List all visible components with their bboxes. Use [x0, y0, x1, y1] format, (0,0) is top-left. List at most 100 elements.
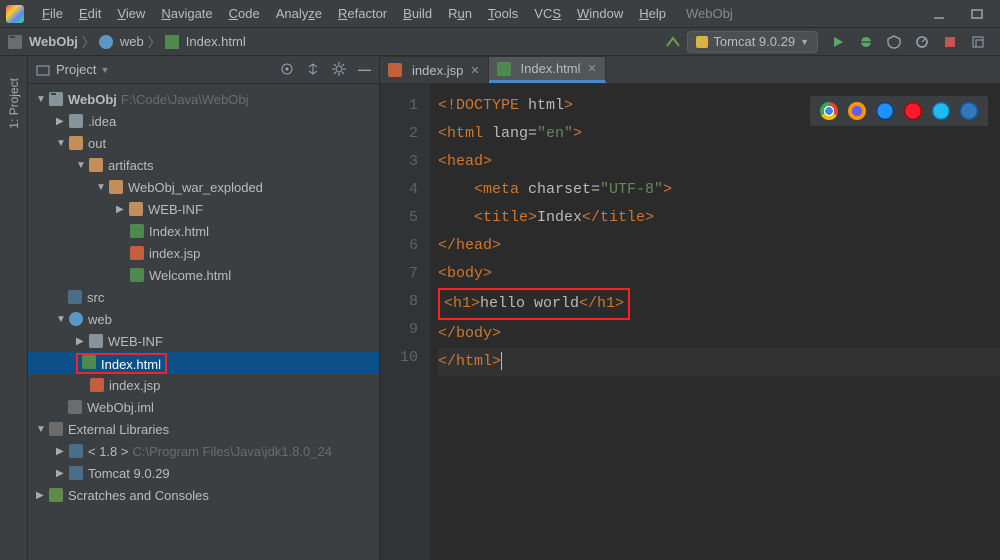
- chrome-icon[interactable]: [820, 102, 838, 120]
- menu-run[interactable]: Run: [440, 6, 480, 21]
- debug-button[interactable]: [856, 32, 876, 52]
- tree-idea[interactable]: ▶.idea: [28, 110, 379, 132]
- profiler-button[interactable]: [912, 32, 932, 52]
- tree-webinf1[interactable]: ▶WEB-INF: [28, 198, 379, 220]
- app-logo-icon: [6, 5, 24, 23]
- breadcrumb: WebObj 〉 web 〉 Index.html: [8, 32, 246, 51]
- expand-all-icon[interactable]: [306, 62, 320, 77]
- folder-icon: [69, 136, 83, 150]
- tree-root[interactable]: ▼WebObjF:\Code\Java\WebObj: [28, 88, 379, 110]
- run-config-selector[interactable]: Tomcat 9.0.29 ▼: [687, 31, 818, 53]
- chevron-down-icon: ▼: [800, 37, 809, 47]
- safari-icon[interactable]: [876, 102, 894, 120]
- run-button[interactable]: [828, 32, 848, 52]
- iml-file-icon: [68, 400, 82, 414]
- gutter: 12345678910: [380, 84, 430, 560]
- tree-artifacts[interactable]: ▼artifacts: [28, 154, 379, 176]
- tab-index-jsp[interactable]: index.jsp ✕: [380, 56, 489, 83]
- tree-out[interactable]: ▼out: [28, 132, 379, 154]
- tree-src[interactable]: src: [28, 286, 379, 308]
- tree-index-html1[interactable]: Index.html: [28, 220, 379, 242]
- menu-navigate[interactable]: Navigate: [153, 6, 220, 21]
- edge-icon[interactable]: [960, 102, 978, 120]
- jsp-file-icon: [90, 378, 104, 392]
- menu-tools[interactable]: Tools: [480, 6, 526, 21]
- close-icon[interactable]: ✕: [470, 64, 479, 77]
- tree-index-jsp1[interactable]: index.jsp: [28, 242, 379, 264]
- close-icon[interactable]: ✕: [588, 62, 597, 75]
- breadcrumb-file[interactable]: Index.html: [186, 34, 246, 49]
- menu-window[interactable]: Window: [569, 6, 631, 21]
- code-editor[interactable]: 12345678910 <!DOCTYPE html> ​<html lang=…: [380, 84, 1000, 560]
- tree-ext-lib[interactable]: ▼External Libraries: [28, 418, 379, 440]
- jsp-file-icon: [130, 246, 144, 260]
- breadcrumb-project[interactable]: WebObj: [29, 34, 78, 49]
- stop-button[interactable]: [940, 32, 960, 52]
- folder-icon: [109, 180, 123, 194]
- coverage-button[interactable]: [884, 32, 904, 52]
- tree-welcome[interactable]: Welcome.html: [28, 264, 379, 286]
- menu-help[interactable]: Help: [631, 6, 674, 21]
- library-icon: [49, 422, 63, 436]
- menu-refactor[interactable]: Refactor: [330, 6, 395, 21]
- tree-war-exploded[interactable]: ▼WebObj_war_exploded: [28, 176, 379, 198]
- project-icon: [49, 92, 63, 106]
- tree-jdk[interactable]: ▶< 1.8 >C:\Program Files\Java\jdk1.8.0_2…: [28, 440, 379, 462]
- tree-scratches[interactable]: ▶Scratches and Consoles: [28, 484, 379, 506]
- jsp-file-icon: [388, 63, 402, 77]
- menu-bar: File Edit View Navigate Code Analyze Ref…: [0, 0, 1000, 28]
- tree-web[interactable]: ▼web: [28, 308, 379, 330]
- tab-index-html[interactable]: Index.html ✕: [489, 56, 606, 83]
- html-file-icon: [497, 62, 511, 76]
- web-folder-icon: [99, 35, 113, 49]
- folder-icon: [68, 290, 82, 304]
- hide-icon[interactable]: —: [358, 62, 371, 77]
- editor-area: index.jsp ✕ Index.html ✕ 12345678910 <!D…: [380, 56, 1000, 560]
- code-content[interactable]: <!DOCTYPE html> ​<html lang="en"> ​<head…: [430, 84, 1000, 560]
- ie-icon[interactable]: [932, 102, 950, 120]
- editor-tabs: index.jsp ✕ Index.html ✕: [380, 56, 1000, 84]
- tab-label: index.jsp: [412, 63, 463, 78]
- run-config-label: Tomcat 9.0.29: [713, 34, 795, 49]
- project-view-icon: [36, 63, 50, 77]
- menu-edit[interactable]: Edit: [71, 6, 109, 21]
- menu-vcs[interactable]: VCS: [526, 6, 569, 21]
- html-file-icon: [130, 268, 144, 282]
- menu-code[interactable]: Code: [221, 6, 268, 21]
- menu-file[interactable]: File: [34, 6, 71, 21]
- folder-icon: [89, 334, 103, 348]
- scratches-icon: [49, 488, 63, 502]
- locate-icon[interactable]: [280, 62, 294, 77]
- project-view-dropdown-icon[interactable]: ▼: [100, 65, 109, 75]
- project-panel-header: Project ▼ —: [28, 56, 379, 84]
- gear-icon[interactable]: [332, 62, 346, 77]
- build-icon[interactable]: [663, 32, 683, 52]
- app-title: WebObj: [686, 6, 733, 21]
- project-panel-title[interactable]: Project: [56, 62, 96, 77]
- main-area: 1: Project Project ▼ — ▼WebObjF:\Code\Ja…: [0, 56, 1000, 560]
- project-tool-tab[interactable]: 1: Project: [5, 72, 23, 135]
- folder-icon: [89, 158, 103, 172]
- html-file-icon: [82, 355, 96, 369]
- tree-index-html2[interactable]: Index.html: [28, 352, 379, 374]
- html-file-icon: [130, 224, 144, 238]
- tree-iml[interactable]: WebObj.iml: [28, 396, 379, 418]
- tree-webinf2[interactable]: ▶WEB-INF: [28, 330, 379, 352]
- update-app-button[interactable]: [968, 32, 988, 52]
- tree-index-jsp2[interactable]: index.jsp: [28, 374, 379, 396]
- menu-analyze[interactable]: Analyze: [268, 6, 330, 21]
- menu-build[interactable]: Build: [395, 6, 440, 21]
- tree-tomcat-lib[interactable]: ▶Tomcat 9.0.29: [28, 462, 379, 484]
- folder-icon: [129, 202, 143, 216]
- web-folder-icon: [69, 312, 83, 326]
- tab-label: Index.html: [521, 61, 581, 76]
- tomcat-icon: [696, 36, 708, 48]
- html-file-icon: [165, 35, 179, 49]
- breadcrumb-folder[interactable]: web: [120, 34, 144, 49]
- maximize-button[interactable]: [960, 3, 994, 25]
- minimize-button[interactable]: [922, 3, 956, 25]
- project-tree[interactable]: ▼WebObjF:\Code\Java\WebObj ▶.idea ▼out ▼…: [28, 84, 379, 510]
- menu-view[interactable]: View: [109, 6, 153, 21]
- firefox-icon[interactable]: [848, 102, 866, 120]
- opera-icon[interactable]: [904, 102, 922, 120]
